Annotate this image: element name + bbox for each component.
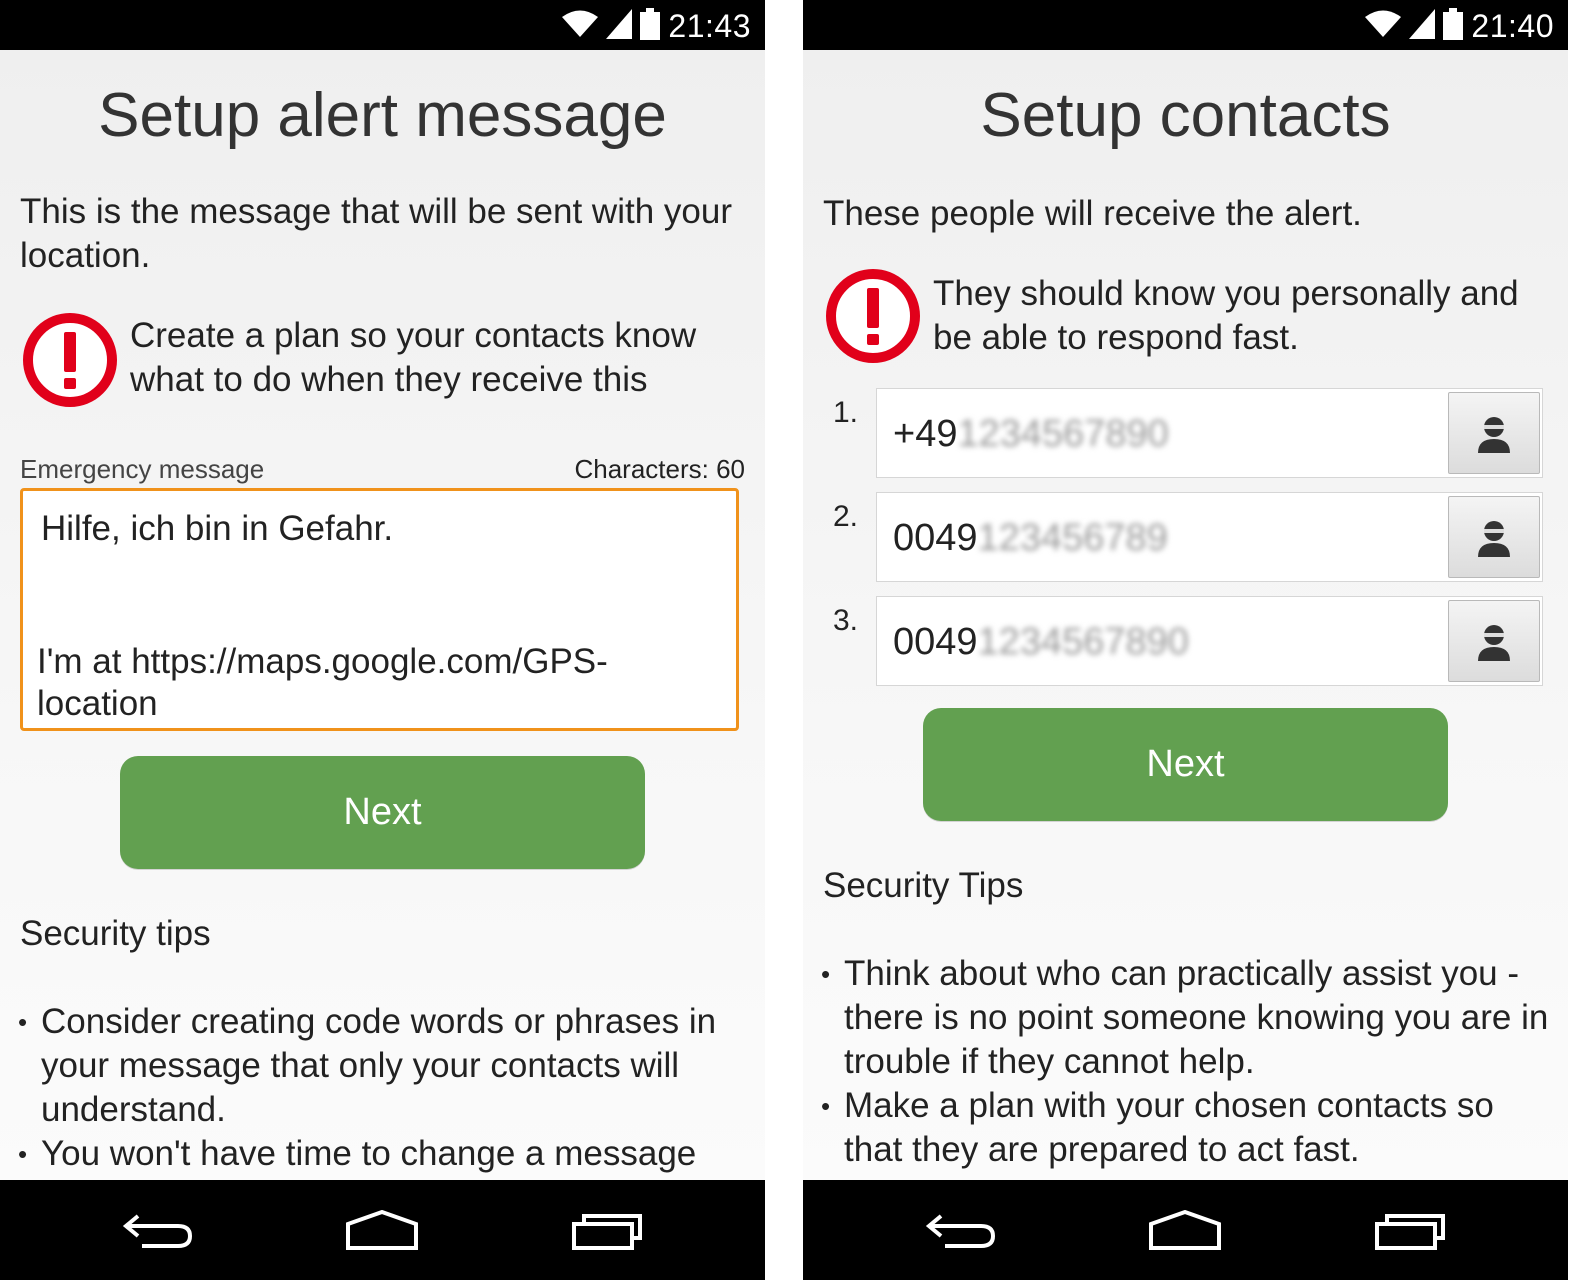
signal-icon bbox=[1409, 8, 1436, 44]
list-item: • Consider creating code words or phrases… bbox=[18, 1002, 717, 1129]
back-icon[interactable] bbox=[921, 1208, 1001, 1252]
setup-contacts-content: Setup contacts These people will receive… bbox=[803, 50, 1568, 1180]
contact-picker-button[interactable] bbox=[1448, 392, 1540, 474]
person-icon bbox=[1478, 625, 1510, 661]
list-item: • Think about who can practically assist … bbox=[821, 954, 1549, 1081]
next-button[interactable]: Next bbox=[923, 708, 1448, 821]
contact-index: 1. bbox=[833, 396, 859, 429]
phone-number-redacted: 1234567890 bbox=[957, 413, 1169, 455]
person-icon bbox=[1478, 521, 1510, 557]
contact-phone-input[interactable]: 00491234567890 bbox=[876, 596, 1543, 686]
page-title: Setup alert message bbox=[98, 81, 667, 150]
phone-prefix: 0049 bbox=[893, 517, 978, 559]
page-title: Setup contacts bbox=[980, 81, 1391, 150]
exclamation-alert-icon bbox=[826, 269, 920, 363]
contact-picker-button[interactable] bbox=[1448, 600, 1540, 682]
wifi-icon bbox=[562, 10, 599, 43]
contact-phone-input[interactable]: +491234567890 bbox=[876, 388, 1543, 478]
home-icon[interactable] bbox=[1145, 1208, 1225, 1252]
navigation-bar bbox=[803, 1180, 1568, 1280]
recent-apps-icon[interactable] bbox=[1371, 1208, 1451, 1252]
message-text-line: Hilfe, ich bin in Gefahr. bbox=[41, 509, 394, 548]
signal-icon bbox=[606, 8, 633, 44]
recent-apps-icon[interactable] bbox=[568, 1208, 648, 1252]
character-count: Characters: 60 bbox=[574, 454, 745, 484]
intro-text: These people will receive the alert. bbox=[823, 194, 1362, 233]
security-tips-list: • Think about who can practically assist … bbox=[821, 952, 1552, 1172]
status-bar: 21:43 bbox=[0, 0, 765, 50]
contact-index: 3. bbox=[833, 604, 859, 637]
wifi-icon bbox=[1365, 10, 1402, 43]
alert-note: They should know you personally and be a… bbox=[933, 274, 1519, 357]
alert-note: Create a plan so your contacts know what… bbox=[130, 316, 697, 399]
phone-prefix: +49 bbox=[893, 413, 958, 455]
home-icon[interactable] bbox=[342, 1208, 422, 1252]
status-time: 21:40 bbox=[1471, 7, 1554, 44]
intro-text: This is the message that will be sent wi… bbox=[20, 192, 732, 275]
security-tips-heading: Security Tips bbox=[823, 866, 1024, 905]
emergency-message-input[interactable]: Hilfe, ich bin in Gefahr. I'm at https:/… bbox=[20, 488, 739, 731]
list-item: • You won't have time to change a message bbox=[18, 1134, 697, 1173]
phone-screen-alert-message: 21:43 Setup alert message This is the me… bbox=[0, 0, 765, 1280]
navigation-bar bbox=[0, 1180, 765, 1280]
next-button[interactable]: Next bbox=[120, 756, 645, 869]
phone-screen-setup-contacts: 21:40 Setup contacts These people will r… bbox=[803, 0, 1568, 1280]
security-tips-list: • Consider creating code words or phrases… bbox=[18, 1000, 749, 1176]
list-item: • Make a plan with your chosen contacts s… bbox=[821, 1086, 1494, 1169]
person-icon bbox=[1478, 417, 1510, 453]
status-time: 21:43 bbox=[668, 7, 751, 44]
status-bar: 21:40 bbox=[803, 0, 1568, 50]
contact-index: 2. bbox=[833, 500, 859, 533]
contact-phone-input[interactable]: 0049123456789 bbox=[876, 492, 1543, 582]
exclamation-alert-icon bbox=[23, 313, 117, 407]
emergency-message-label: Emergency message bbox=[20, 454, 265, 484]
phone-prefix: 0049 bbox=[893, 621, 978, 663]
phone-number-redacted: 1234567890 bbox=[977, 621, 1189, 663]
back-icon[interactable] bbox=[118, 1208, 198, 1252]
message-location-line: I'm at https://maps.google.com/GPS-locat… bbox=[37, 642, 608, 723]
alert-message-content: Setup alert message This is the message … bbox=[0, 50, 765, 1180]
battery-icon bbox=[640, 7, 661, 45]
phone-number-redacted: 123456789 bbox=[977, 517, 1168, 559]
contact-picker-button[interactable] bbox=[1448, 496, 1540, 578]
security-tips-heading: Security tips bbox=[20, 914, 211, 953]
battery-icon bbox=[1443, 7, 1464, 45]
